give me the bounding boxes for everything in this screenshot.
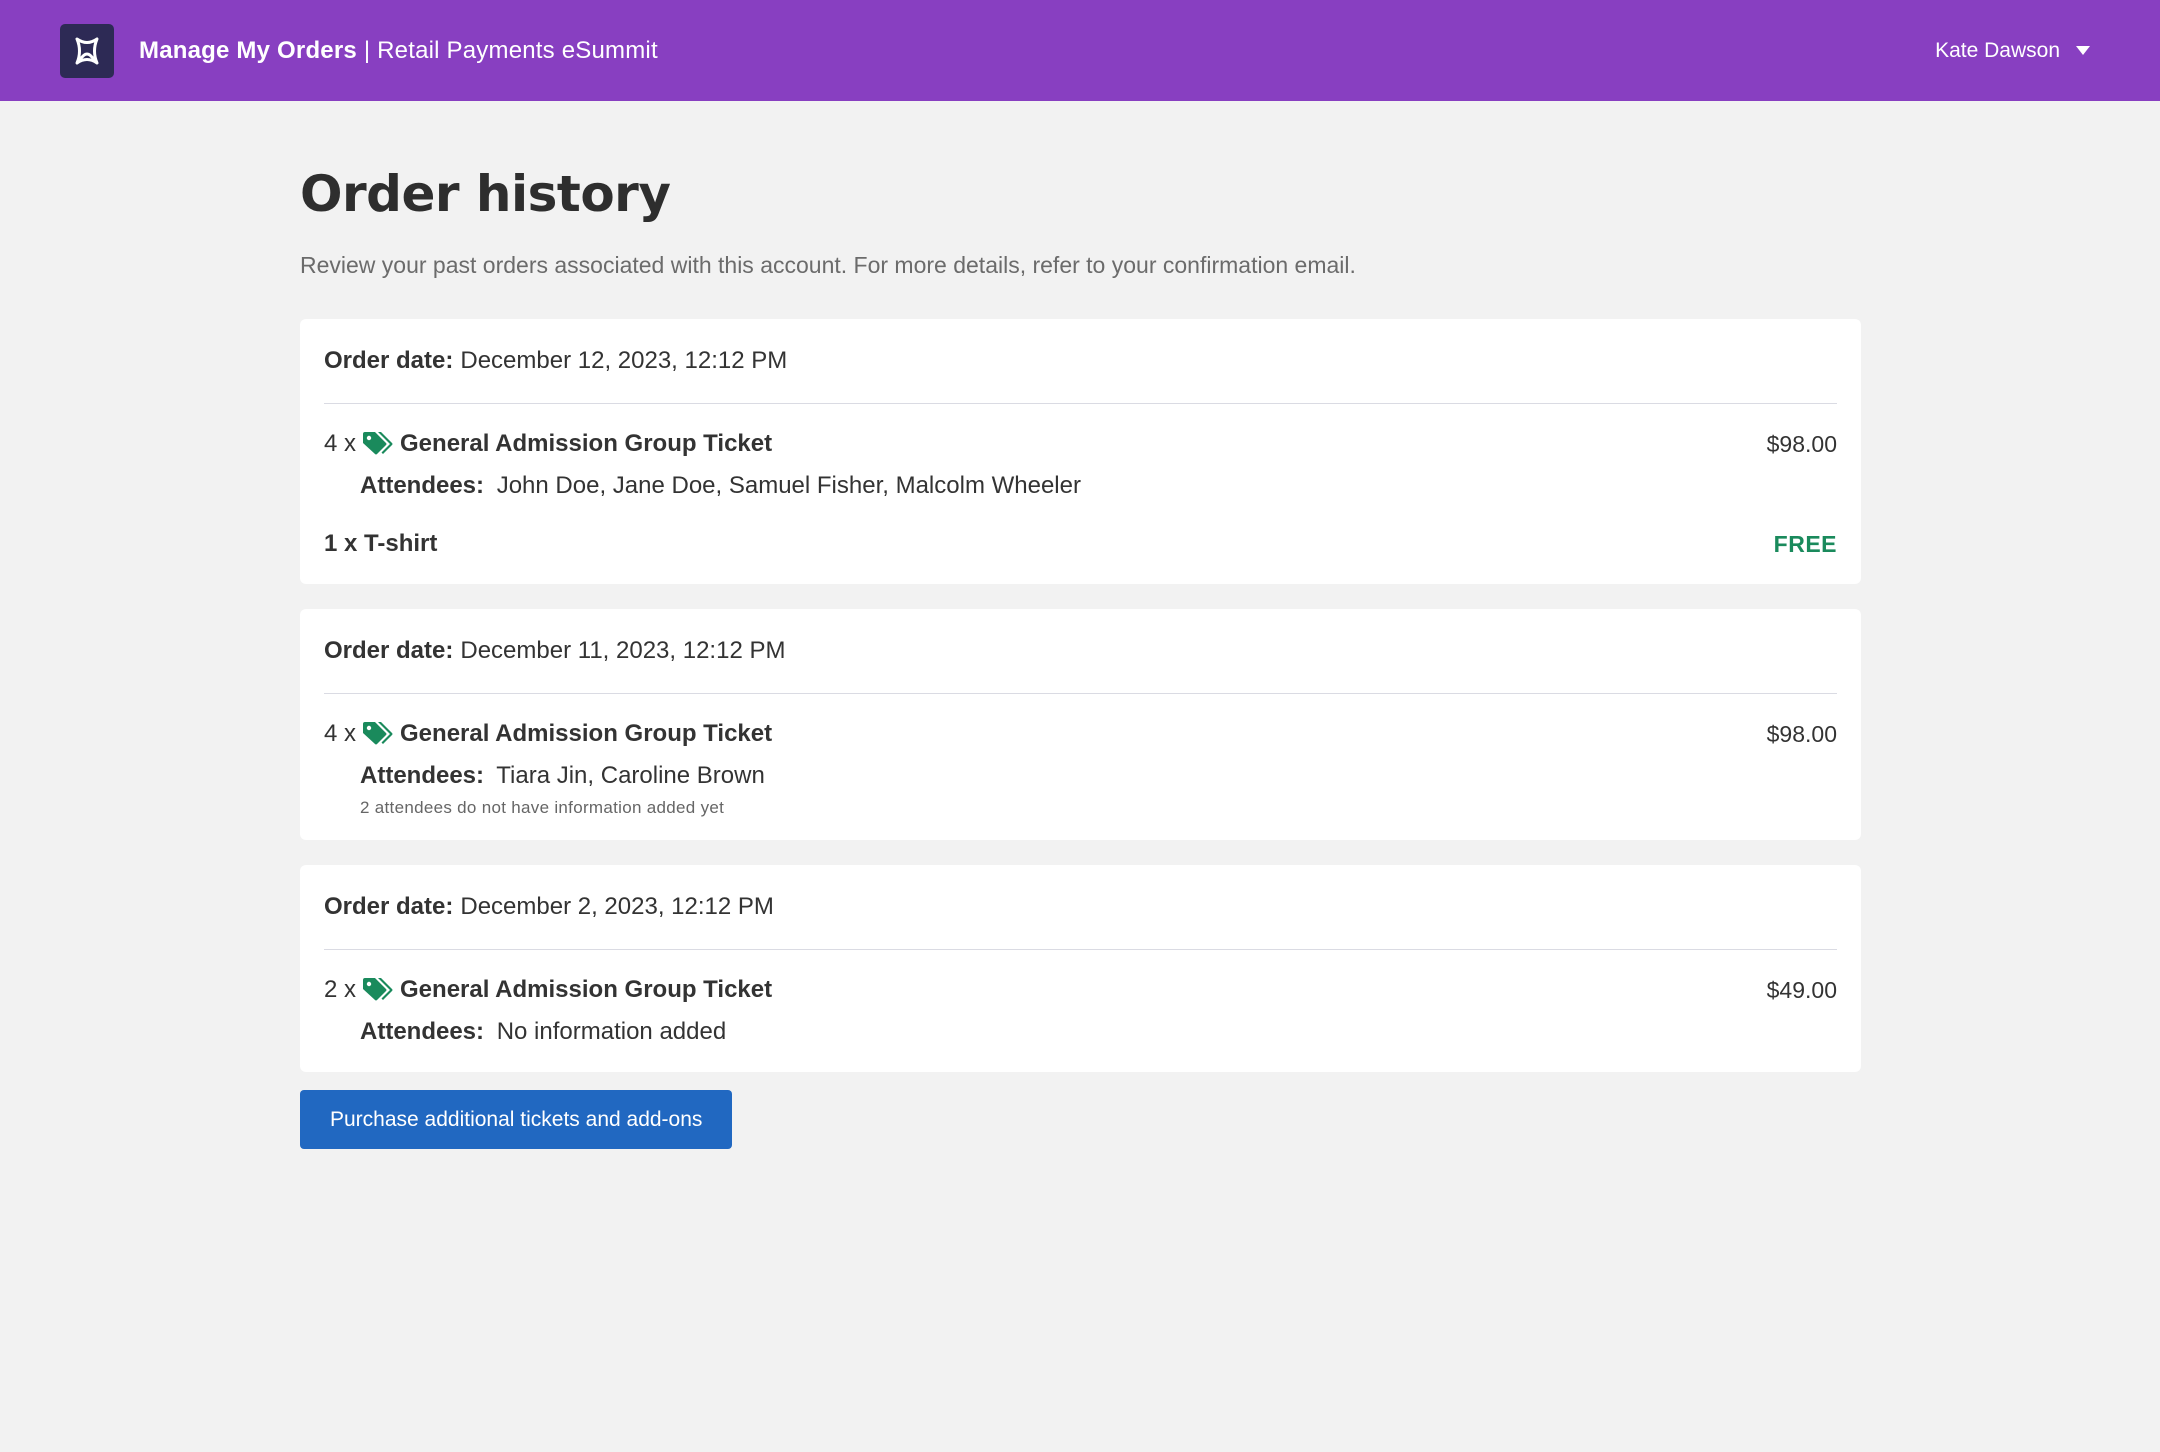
ticket-price: $98.00 bbox=[1766, 430, 1837, 457]
order-date: Order date: December 12, 2023, 12:12 PM bbox=[324, 319, 1837, 404]
addon-line: 1 x T-shirt FREE bbox=[324, 526, 1837, 562]
ticket-price: $49.00 bbox=[1766, 976, 1837, 1003]
order-card: Order date: December 2, 2023, 12:12 PM 2… bbox=[300, 865, 1861, 1072]
purchase-additional-button[interactable]: Purchase additional tickets and add-ons bbox=[300, 1090, 733, 1149]
tag-icon bbox=[362, 977, 394, 1003]
addon-name: 1 x T-shirt bbox=[324, 530, 438, 557]
order-date-value: December 12, 2023, 12:12 PM bbox=[460, 347, 788, 374]
attendees-missing-note: 2 attendees do not have information adde… bbox=[360, 798, 725, 817]
user-name[interactable]: Kate Dawson bbox=[1935, 39, 2060, 63]
attendees: Attendees: John Doe, Jane Doe, Samuel Fi… bbox=[360, 472, 1837, 504]
main-content: Order history Review your past orders as… bbox=[300, 101, 1861, 1149]
attendees-label: Attendees: bbox=[360, 1018, 485, 1045]
ticket-name: General Admission Group Ticket bbox=[400, 976, 773, 1003]
attendees-label: Attendees: bbox=[360, 762, 485, 789]
order-date-value: December 2, 2023, 12:12 PM bbox=[460, 893, 774, 920]
ticket-quantity: 4 x bbox=[324, 430, 357, 457]
ticket-quantity: 4 x bbox=[324, 720, 357, 747]
attendees: Attendees: Tiara Jin, Caroline Brown bbox=[360, 762, 1837, 794]
attendees: Attendees: No information added bbox=[360, 1018, 1837, 1050]
order-card: Order date: December 11, 2023, 12:12 PM … bbox=[300, 609, 1861, 840]
attendees-list: No information added bbox=[496, 1018, 727, 1045]
user-menu[interactable]: Kate Dawson bbox=[1935, 39, 2090, 63]
event-name: Retail Payments eSummit bbox=[377, 36, 658, 64]
ticket-line: 4 x General Admission Group Ticket $98.0… bbox=[324, 426, 1837, 462]
ticket-line: 4 x General Admission Group Ticket $98.0… bbox=[324, 716, 1837, 752]
order-items: 4 x General Admission Group Ticket $98.0… bbox=[324, 694, 1837, 840]
attendees-list: John Doe, Jane Doe, Samuel Fisher, Malco… bbox=[496, 472, 1081, 499]
order-date-label: Order date: bbox=[324, 893, 454, 920]
ticket-price: $98.00 bbox=[1766, 720, 1837, 747]
chevron-down-icon[interactable] bbox=[2076, 46, 2090, 55]
brand: Manage My Orders | Retail Payments eSumm… bbox=[60, 23, 658, 78]
order-date-value: December 11, 2023, 12:12 PM bbox=[460, 637, 786, 664]
order-date-label: Order date: bbox=[324, 347, 454, 374]
title-separator: | bbox=[363, 36, 371, 64]
ticket-name: General Admission Group Ticket bbox=[400, 430, 773, 457]
app-title: Manage My Orders | Retail Payments eSumm… bbox=[139, 37, 658, 65]
page-title: Order history bbox=[300, 165, 671, 223]
order-items: 4 x General Admission Group Ticket $98.0… bbox=[324, 404, 1837, 584]
order-date: Order date: December 11, 2023, 12:12 PM bbox=[324, 609, 1837, 694]
addon-price: FREE bbox=[1773, 530, 1837, 557]
top-navigation-bar: Manage My Orders | Retail Payments eSumm… bbox=[0, 0, 2160, 101]
attendees-label: Attendees: bbox=[360, 472, 485, 499]
ticket-line: 2 x General Admission Group Ticket $49.0… bbox=[324, 972, 1837, 1008]
event-logo-icon[interactable] bbox=[60, 23, 114, 78]
order-date: Order date: December 2, 2023, 12:12 PM bbox=[324, 865, 1837, 950]
page-subtitle: Review your past orders associated with … bbox=[300, 252, 1356, 278]
order-card: Order date: December 12, 2023, 12:12 PM … bbox=[300, 319, 1861, 584]
order-items: 2 x General Admission Group Ticket $49.0… bbox=[324, 950, 1837, 1072]
tag-icon bbox=[362, 431, 394, 457]
ticket-name: General Admission Group Ticket bbox=[400, 720, 773, 747]
attendees-list: Tiara Jin, Caroline Brown bbox=[496, 762, 765, 789]
order-date-label: Order date: bbox=[324, 637, 454, 664]
tag-icon bbox=[362, 721, 394, 747]
ticket-quantity: 2 x bbox=[324, 976, 357, 1003]
app-name: Manage My Orders bbox=[139, 36, 357, 64]
